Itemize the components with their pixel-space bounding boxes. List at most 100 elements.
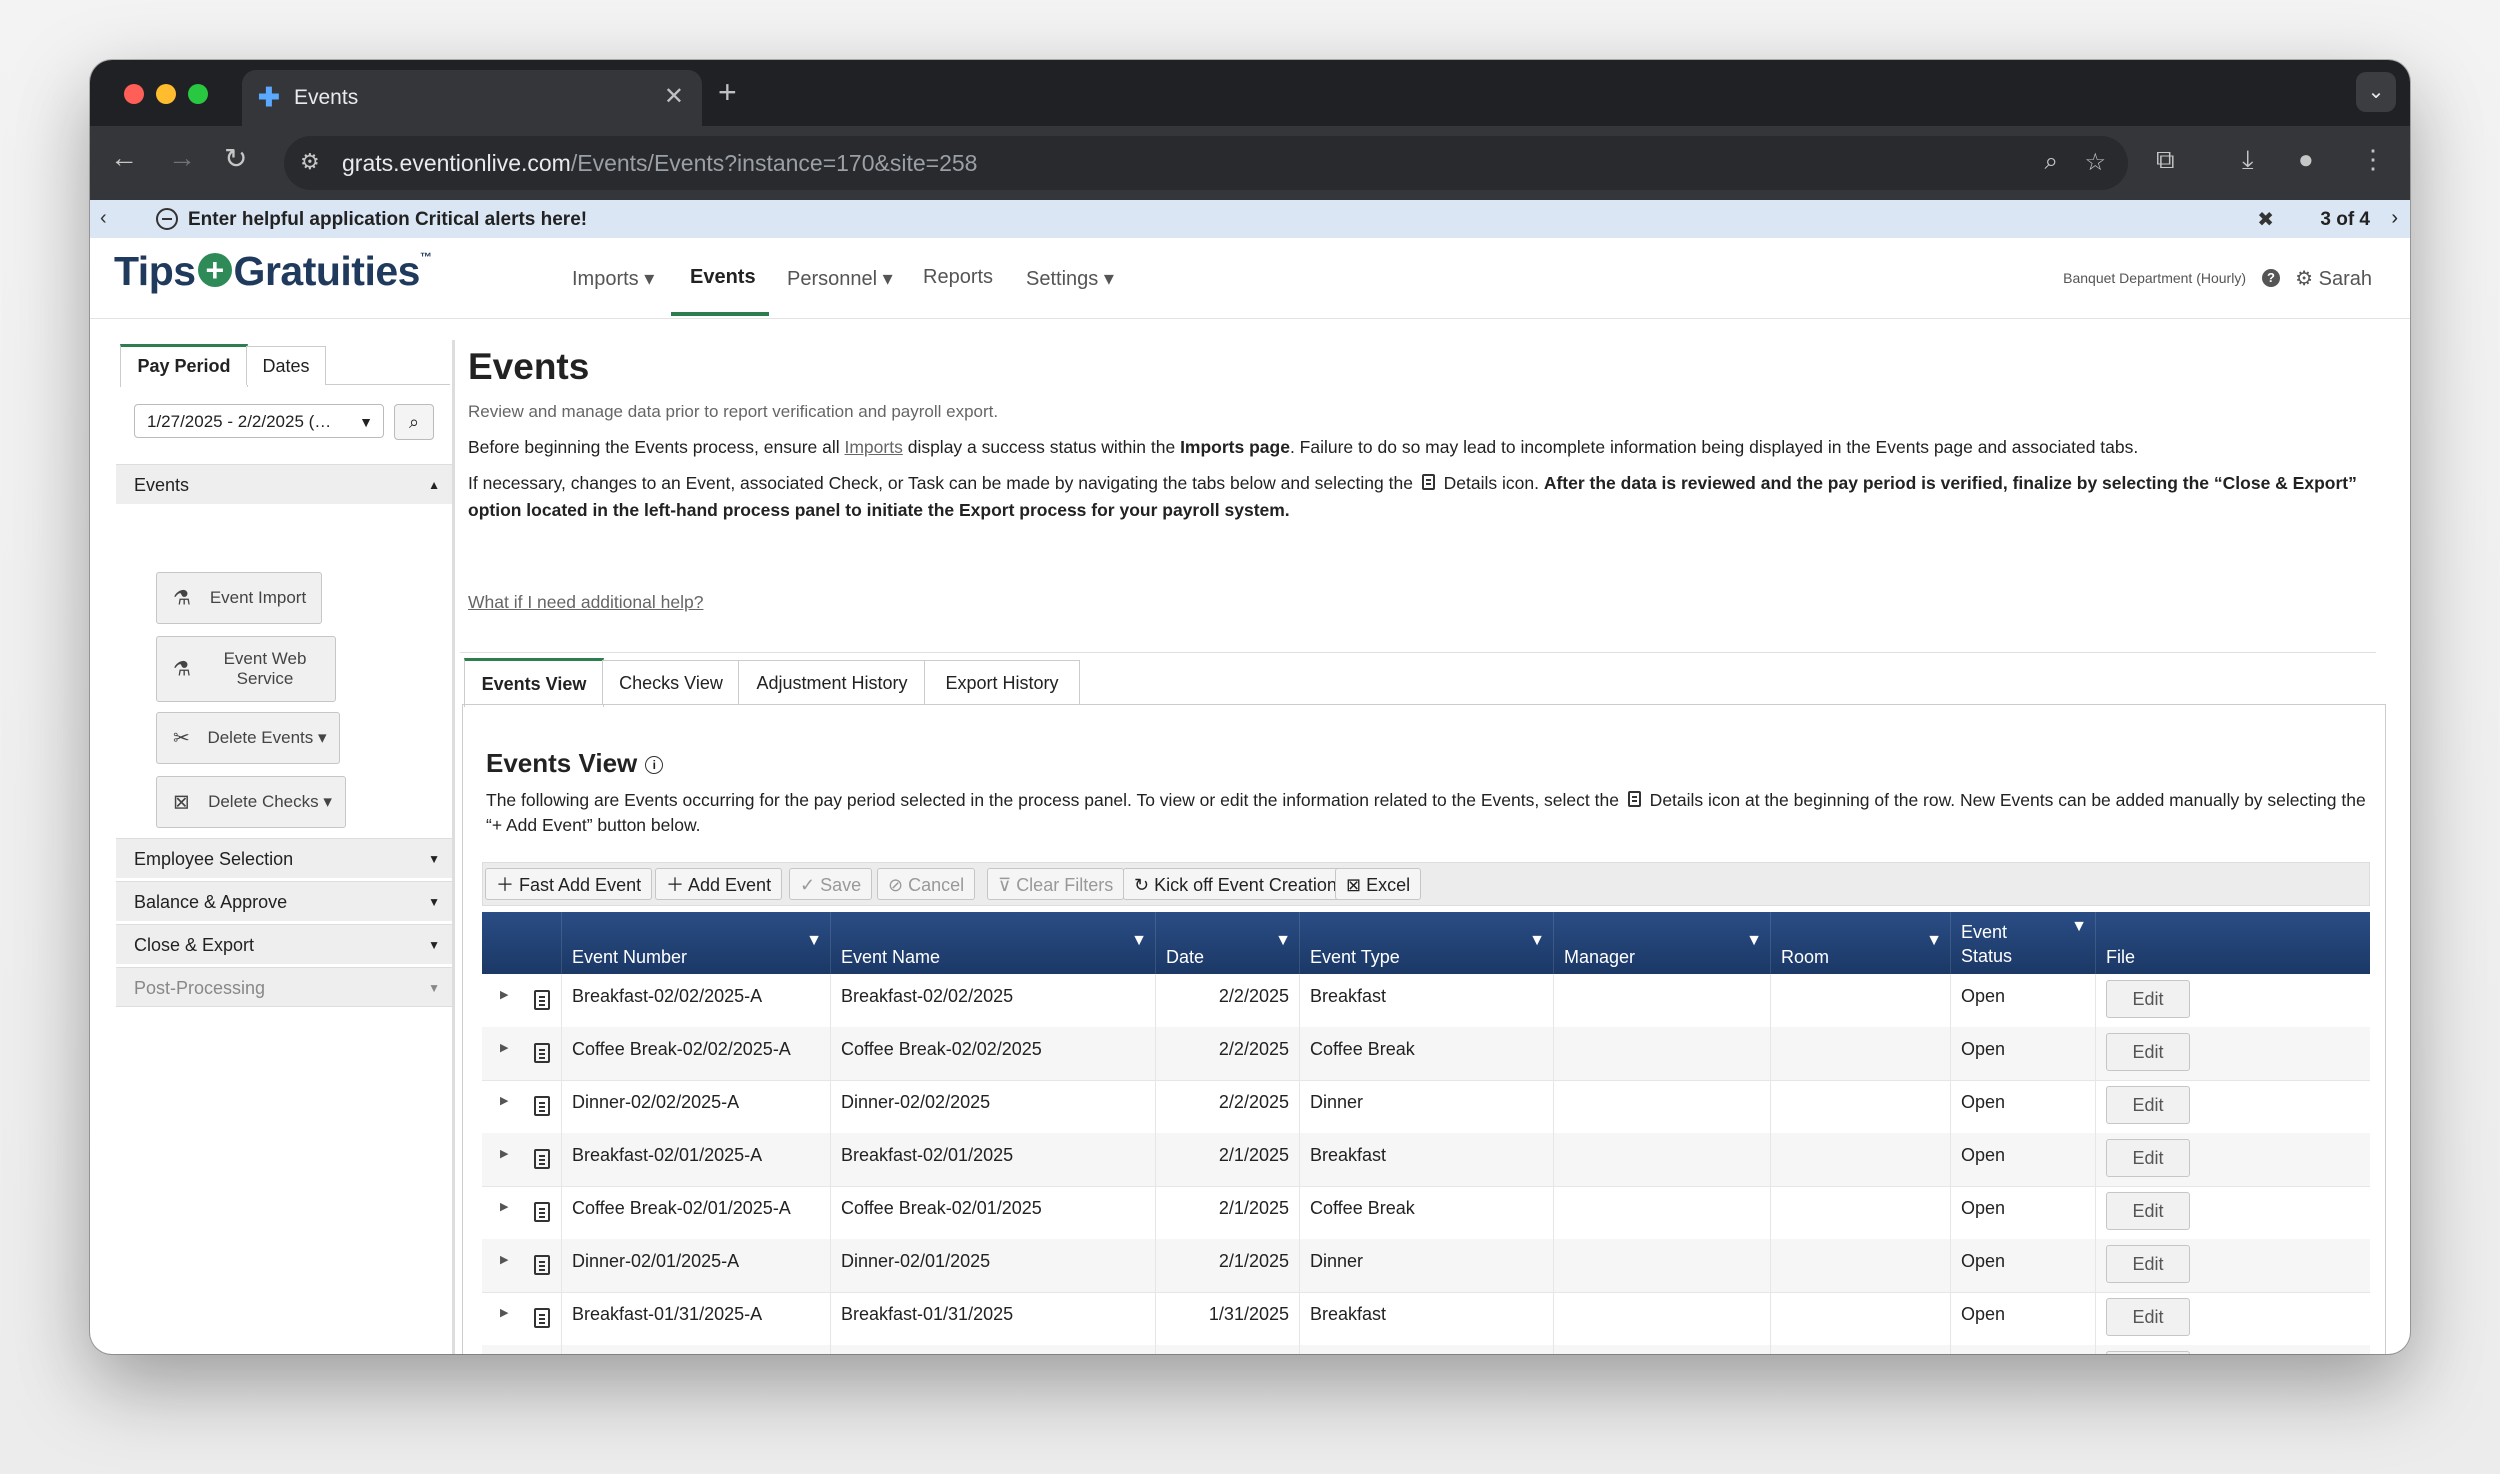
- department-label[interactable]: Banquet Department (Hourly): [2063, 270, 2246, 286]
- filter-icon[interactable]: ▼: [1529, 932, 1545, 950]
- url-text[interactable]: grats.eventionlive.com/Events/Events?ins…: [342, 150, 977, 177]
- filter-icon[interactable]: ▼: [1926, 932, 1942, 950]
- info-icon[interactable]: i: [645, 756, 664, 775]
- minimize-window-button[interactable]: [156, 84, 176, 104]
- column-header-event-number[interactable]: Event Number ▼: [562, 912, 831, 974]
- tab-adjustment-history[interactable]: Adjustment History: [738, 660, 926, 705]
- imports-link[interactable]: Imports: [844, 437, 902, 457]
- edit-button[interactable]: Edit: [2106, 1139, 2190, 1177]
- edit-button[interactable]: Edit: [2106, 1351, 2190, 1354]
- edit-button[interactable]: Edit: [2106, 980, 2190, 1018]
- download-icon[interactable]: ⤓: [2242, 144, 2254, 176]
- details-doc-icon[interactable]: [534, 1255, 550, 1275]
- alert-next-chevron-icon[interactable]: ›: [2391, 207, 2398, 230]
- new-tab-icon[interactable]: +: [718, 74, 737, 111]
- details-doc-icon[interactable]: [534, 1308, 550, 1328]
- expand-row-icon[interactable]: ▶: [500, 1253, 508, 1266]
- nav-events[interactable]: Events: [690, 266, 756, 289]
- nav-reports[interactable]: Reports: [923, 266, 993, 289]
- zoom-search-icon[interactable]: ⌕: [2045, 148, 2058, 176]
- nav-personnel[interactable]: Personnel ▾: [787, 266, 893, 291]
- filter-icon[interactable]: ▼: [1131, 932, 1147, 950]
- nav-settings[interactable]: Settings ▾: [1026, 266, 1114, 291]
- profile-avatar-icon[interactable]: ●: [2298, 144, 2314, 175]
- cancel-button[interactable]: ⊘ Cancel: [877, 868, 976, 900]
- edit-button[interactable]: Edit: [2106, 1298, 2190, 1336]
- table-row[interactable]: ▶ Breakfast-02/02/2025-A Breakfast-02/02/2…: [482, 974, 2370, 1028]
- details-doc-icon[interactable]: [534, 1202, 550, 1222]
- tab-events-view[interactable]: Events View: [464, 658, 604, 707]
- bookmark-star-icon[interactable]: ☆: [2084, 148, 2106, 177]
- column-header-event-status[interactable]: Event Status ▼: [1951, 912, 2096, 974]
- column-header-event-name[interactable]: Event Name ▼: [831, 912, 1156, 974]
- edit-button[interactable]: Edit: [2106, 1033, 2190, 1071]
- kick-off-event-creation-button[interactable]: ↻ Kick off Event Creation: [1123, 868, 1348, 900]
- filter-icon[interactable]: ▼: [1746, 932, 1762, 950]
- column-header-manager[interactable]: Manager ▼: [1554, 912, 1771, 974]
- expand-row-icon[interactable]: ▶: [500, 1147, 508, 1160]
- event-web-service-button[interactable]: ⚗ Event Web Service: [156, 636, 336, 702]
- table-row[interactable]: ▶ Coffee Break-01/31/2025-ACoffee Break-0…: [482, 1345, 2370, 1354]
- add-event-button[interactable]: ＋ Add Event: [655, 868, 783, 900]
- table-row[interactable]: ▶ Dinner-02/01/2025-A Dinner-02/01/2025 2/1…: [482, 1239, 2370, 1293]
- back-arrow-icon[interactable]: ←: [110, 142, 138, 174]
- expand-row-icon[interactable]: ▶: [500, 1094, 508, 1107]
- help-question-icon[interactable]: ?: [2262, 269, 2280, 287]
- filter-icon[interactable]: ▼: [1275, 932, 1291, 950]
- expand-row-icon[interactable]: ▶: [500, 1200, 508, 1213]
- table-row[interactable]: ▶ Coffee Break-02/02/2025-A Coffee Break-0…: [482, 1027, 2370, 1081]
- expand-row-icon[interactable]: ▶: [500, 988, 508, 1001]
- table-row[interactable]: ▶ Breakfast-01/31/2025-A Breakfast-01/31/2…: [482, 1292, 2370, 1346]
- browser-menu-icon[interactable]: ⋮: [2360, 144, 2386, 175]
- tab-checks-view[interactable]: Checks View: [602, 660, 740, 705]
- edit-button[interactable]: Edit: [2106, 1192, 2190, 1230]
- user-menu[interactable]: ⚙ Sarah: [2295, 266, 2372, 291]
- details-doc-icon[interactable]: [534, 1043, 550, 1063]
- close-window-button[interactable]: [124, 84, 144, 104]
- nav-imports[interactable]: Imports ▾: [572, 266, 654, 291]
- reload-icon[interactable]: ↻: [224, 142, 247, 175]
- fast-add-event-button[interactable]: ＋ Fast Add Event: [485, 868, 653, 900]
- details-doc-icon[interactable]: [534, 1149, 550, 1169]
- alert-prev-chevron-icon[interactable]: ‹: [100, 207, 107, 230]
- delete-events-button[interactable]: ✂ Delete Events ▾: [156, 712, 340, 764]
- column-header-date[interactable]: Date ▼: [1156, 912, 1300, 974]
- forward-arrow-icon[interactable]: →: [168, 142, 196, 174]
- expand-row-icon[interactable]: ▶: [500, 1306, 508, 1319]
- excel-export-button[interactable]: ⊠ Excel: [1335, 868, 1422, 900]
- expand-row-icon[interactable]: ▶: [500, 1041, 508, 1054]
- edit-button[interactable]: Edit: [2106, 1245, 2190, 1283]
- edit-button[interactable]: Edit: [2106, 1086, 2190, 1124]
- site-settings-icon[interactable]: ⚙: [300, 149, 320, 175]
- tab-search-chevron-icon[interactable]: ⌄: [2356, 72, 2396, 112]
- table-row[interactable]: ▶ Dinner-02/02/2025-A Dinner-02/02/2025 2/2…: [482, 1080, 2370, 1134]
- close-tab-icon[interactable]: ✕: [664, 82, 684, 111]
- clear-filters-button[interactable]: ⊽ Clear Filters: [987, 868, 1125, 900]
- column-header-room[interactable]: Room ▼: [1771, 912, 1951, 974]
- tips-gratuities-logo[interactable]: Tips + Gratuities™: [114, 248, 432, 295]
- maximize-window-button[interactable]: [188, 84, 208, 104]
- section-balance-approve[interactable]: Balance & Approve ▼: [116, 881, 452, 921]
- browser-tab-events[interactable]: ✚ Events ✕: [242, 70, 702, 126]
- extensions-icon[interactable]: ⧉: [2156, 144, 2175, 176]
- filter-icon[interactable]: ▼: [806, 932, 822, 950]
- filter-icon[interactable]: ▼: [2071, 918, 2087, 936]
- delete-checks-button[interactable]: ⊠ Delete Checks ▾: [156, 776, 346, 828]
- pay-period-select[interactable]: 1/27/2025 - 2/2/2025 (… ▼: [134, 404, 384, 438]
- event-import-button[interactable]: ⚗ Event Import: [156, 572, 322, 624]
- tab-export-history[interactable]: Export History: [924, 660, 1080, 705]
- section-close-export[interactable]: Close & Export ▼: [116, 924, 452, 964]
- column-header-event-type[interactable]: Event Type ▼: [1300, 912, 1554, 974]
- table-row[interactable]: ▶ Coffee Break-02/01/2025-A Coffee Break-0…: [482, 1186, 2370, 1240]
- details-doc-icon[interactable]: [534, 990, 550, 1010]
- tab-dates[interactable]: Dates: [246, 346, 326, 385]
- tab-pay-period[interactable]: Pay Period: [120, 344, 248, 387]
- table-row[interactable]: ▶ Breakfast-02/01/2025-A Breakfast-02/01/2…: [482, 1133, 2370, 1187]
- address-bar[interactable]: ⚙ grats.eventionlive.com/Events/Events?i…: [284, 136, 2128, 190]
- search-icon[interactable]: ⌕: [394, 404, 434, 440]
- alert-dismiss-icon[interactable]: ✖: [2257, 207, 2274, 232]
- save-button[interactable]: ✓ Save: [789, 868, 873, 900]
- section-employee-selection[interactable]: Employee Selection ▼: [116, 838, 452, 878]
- section-events[interactable]: Events ▲: [116, 464, 452, 504]
- details-doc-icon[interactable]: [534, 1096, 550, 1116]
